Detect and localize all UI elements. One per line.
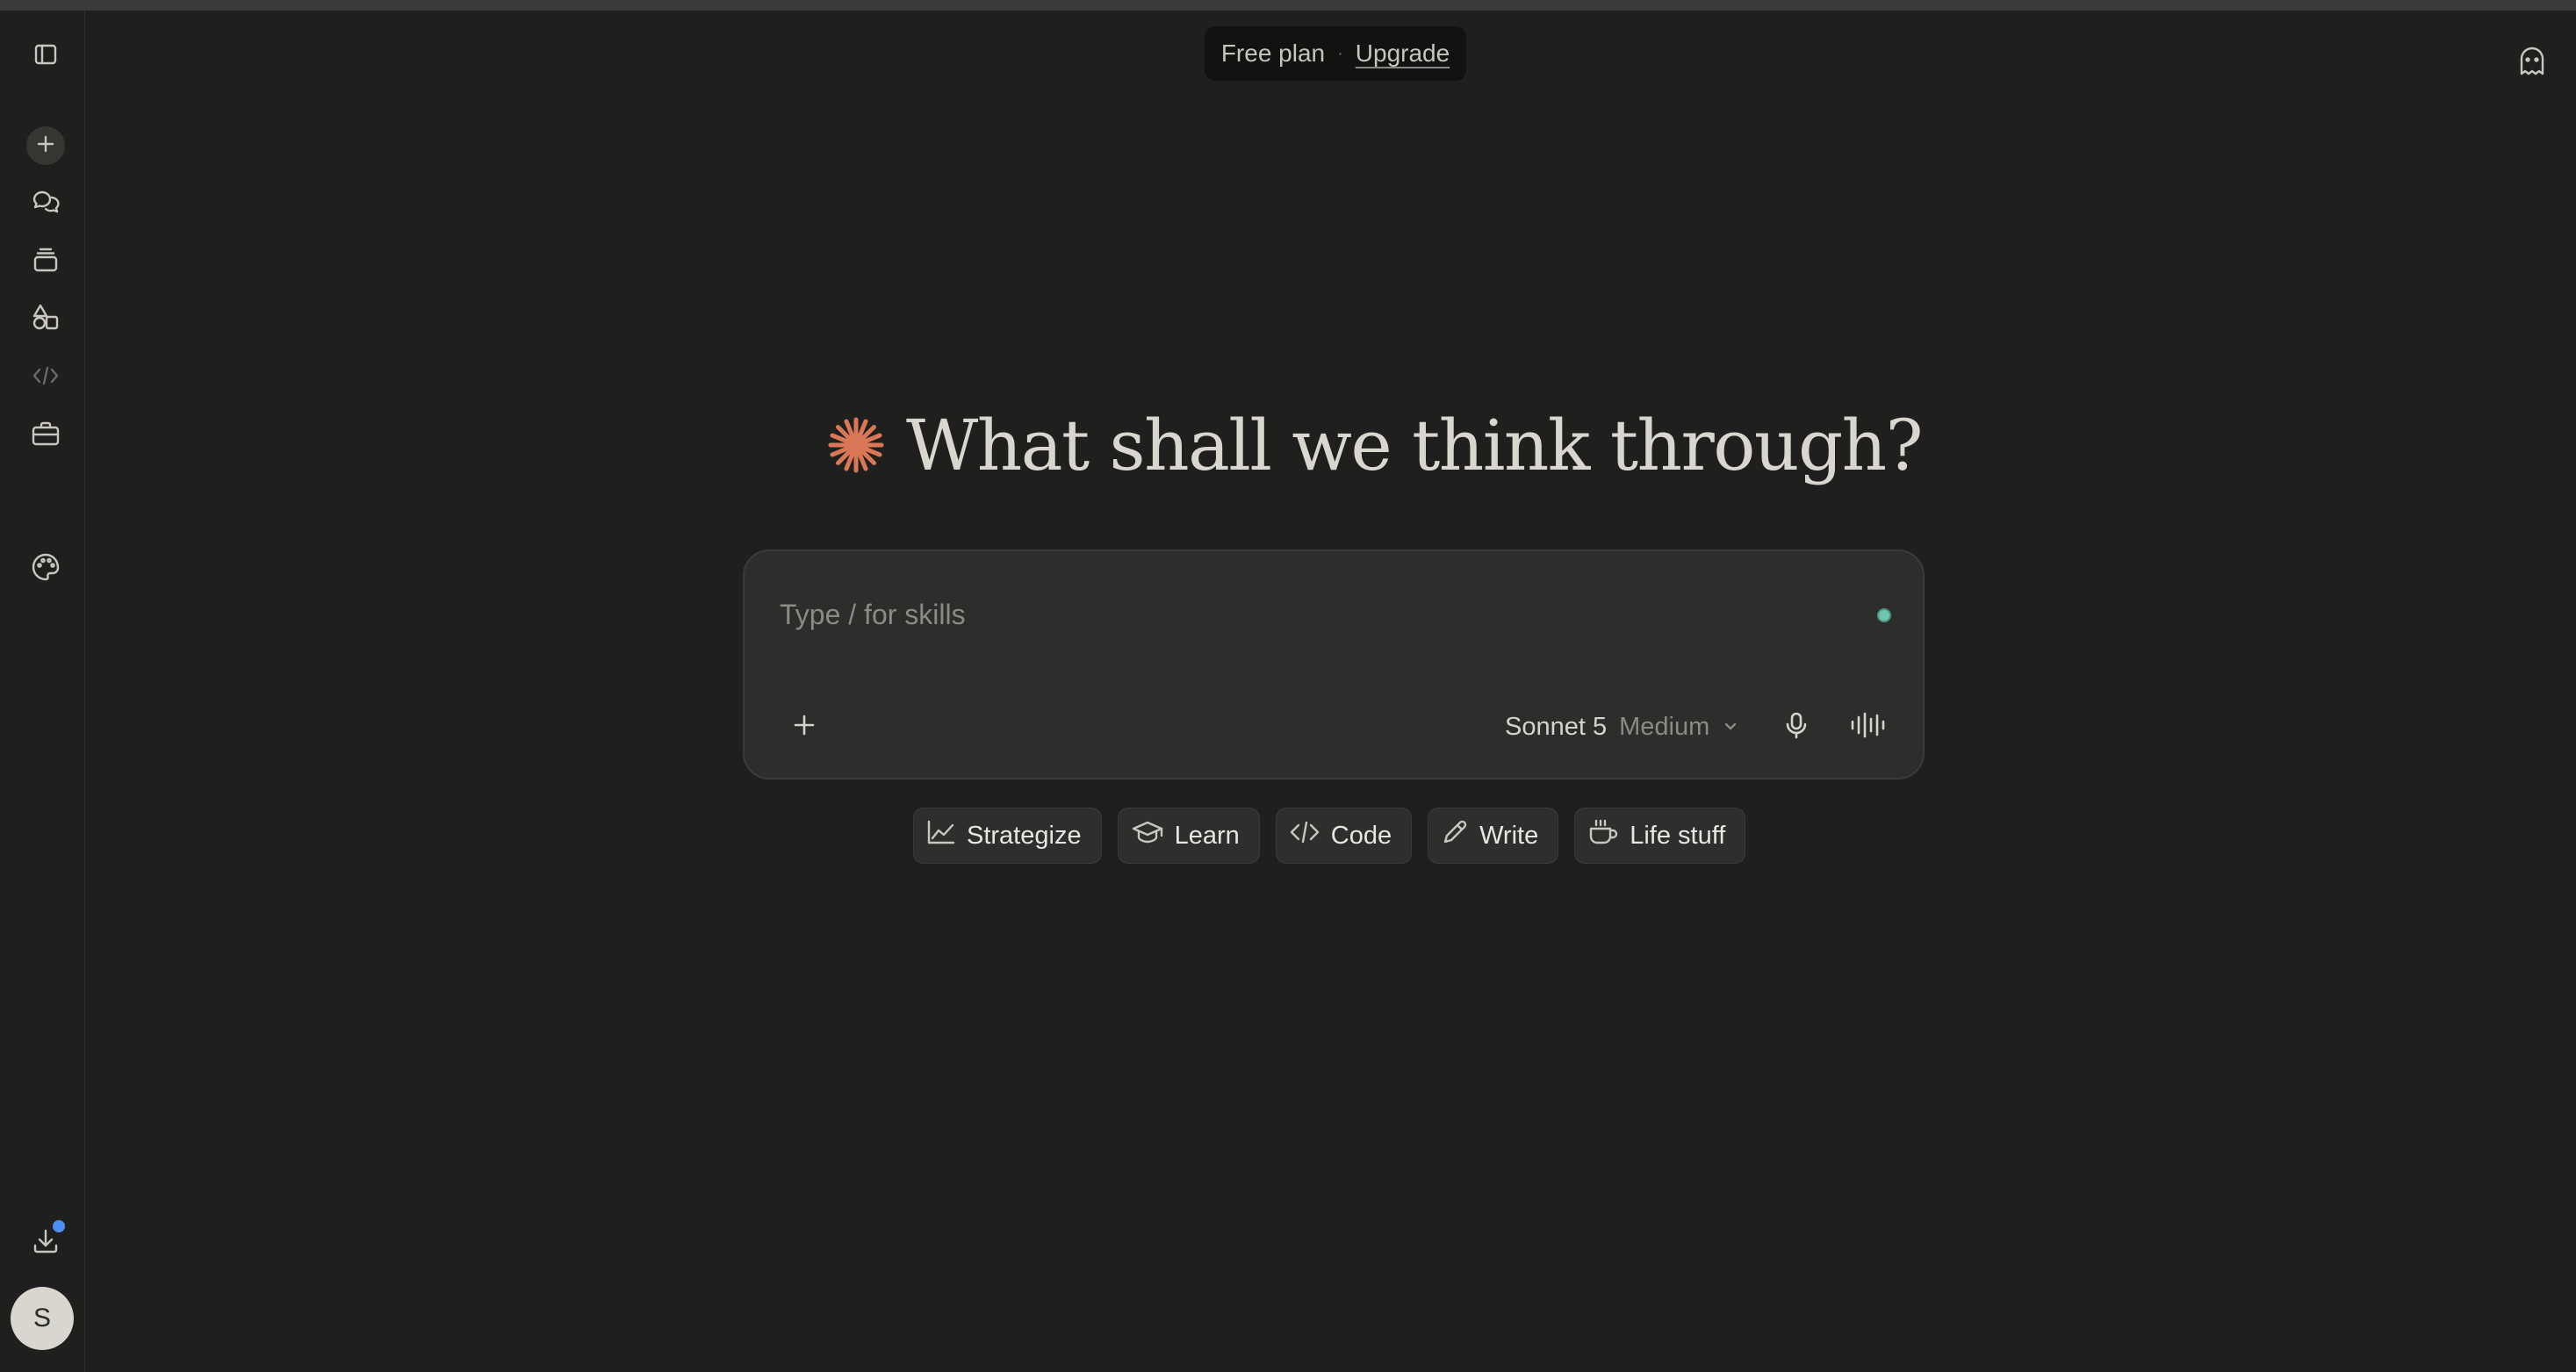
sidebar-toggle-icon (32, 40, 60, 73)
new-chat-button[interactable] (19, 119, 72, 172)
chip-label: Strategize (967, 821, 1082, 850)
chip-code[interactable]: Code (1275, 808, 1413, 864)
download-app-button[interactable] (19, 1217, 72, 1269)
chip-label: Learn (1174, 821, 1240, 850)
status-dot (1877, 608, 1891, 622)
sidebar-toggle-button[interactable] (19, 30, 72, 83)
spark-logo-icon (825, 414, 887, 476)
prompt-input[interactable] (780, 588, 1816, 641)
graduation-cap-icon (1131, 819, 1164, 852)
briefcase-icon (30, 418, 61, 454)
window-top-strip (0, 0, 2576, 11)
upgrade-link[interactable]: Upgrade (1356, 40, 1450, 68)
sidebar-item-chats[interactable] (19, 177, 72, 230)
voice-mode-button[interactable] (1846, 704, 1891, 750)
composer: Sonnet 5 Medium (743, 550, 1925, 779)
sidebar-item-customize[interactable] (19, 542, 72, 595)
chip-label: Code (1330, 821, 1392, 850)
palette-icon (30, 551, 61, 587)
chart-line-icon (926, 819, 956, 852)
coffee-cup-icon (1587, 818, 1619, 853)
chip-strategize[interactable]: Strategize (913, 808, 1102, 864)
plan-label: Free plan (1220, 40, 1326, 67)
ghost-icon (2515, 44, 2550, 83)
greeting: What shall we think through? (825, 397, 1924, 493)
effort-level: Medium (1619, 712, 1710, 741)
code-icon (31, 361, 61, 395)
chip-label: Life stuff (1630, 821, 1726, 850)
sidebar: S (0, 11, 85, 1372)
chip-life-stuff[interactable]: Life stuff (1574, 808, 1746, 864)
page-title: What shall we think through? (906, 404, 1924, 486)
avatar[interactable]: S (11, 1287, 74, 1350)
chip-write[interactable]: Write (1428, 808, 1559, 864)
notification-dot (53, 1220, 65, 1232)
chip-learn[interactable]: Learn (1117, 808, 1260, 864)
plus-icon (35, 133, 56, 159)
sidebar-item-tools[interactable] (19, 409, 72, 462)
model-selector[interactable]: Sonnet 5 Medium (1505, 706, 1739, 748)
chevron-down-icon (1722, 713, 1739, 742)
sidebar-item-projects[interactable] (19, 235, 72, 288)
sidebar-item-code[interactable] (19, 351, 72, 404)
microphone-icon (1781, 710, 1811, 744)
chip-label: Write (1479, 821, 1539, 850)
stack-icon (31, 245, 61, 279)
suggestion-chips: Strategize Learn Code Write Life stuff (913, 808, 1746, 866)
dictation-button[interactable] (1774, 704, 1819, 750)
chat-bubbles-icon (30, 186, 61, 222)
sidebar-item-artifacts[interactable] (19, 293, 72, 346)
app-window: S Free plan · Upgrade What shall we thin… (0, 11, 2576, 1372)
shapes-icon (30, 302, 61, 338)
plus-icon (791, 712, 817, 743)
add-attachment-button[interactable] (783, 706, 825, 748)
incognito-button[interactable] (2511, 42, 2553, 84)
waveform-icon (1849, 710, 1888, 744)
plan-badge: Free plan · Upgrade (1205, 26, 1466, 81)
new-chat-circle (26, 126, 65, 165)
plan-separator: · (1337, 43, 1343, 63)
code-icon (1289, 819, 1320, 852)
pencil-icon (1441, 818, 1469, 853)
model-name: Sonnet 5 (1505, 712, 1608, 741)
